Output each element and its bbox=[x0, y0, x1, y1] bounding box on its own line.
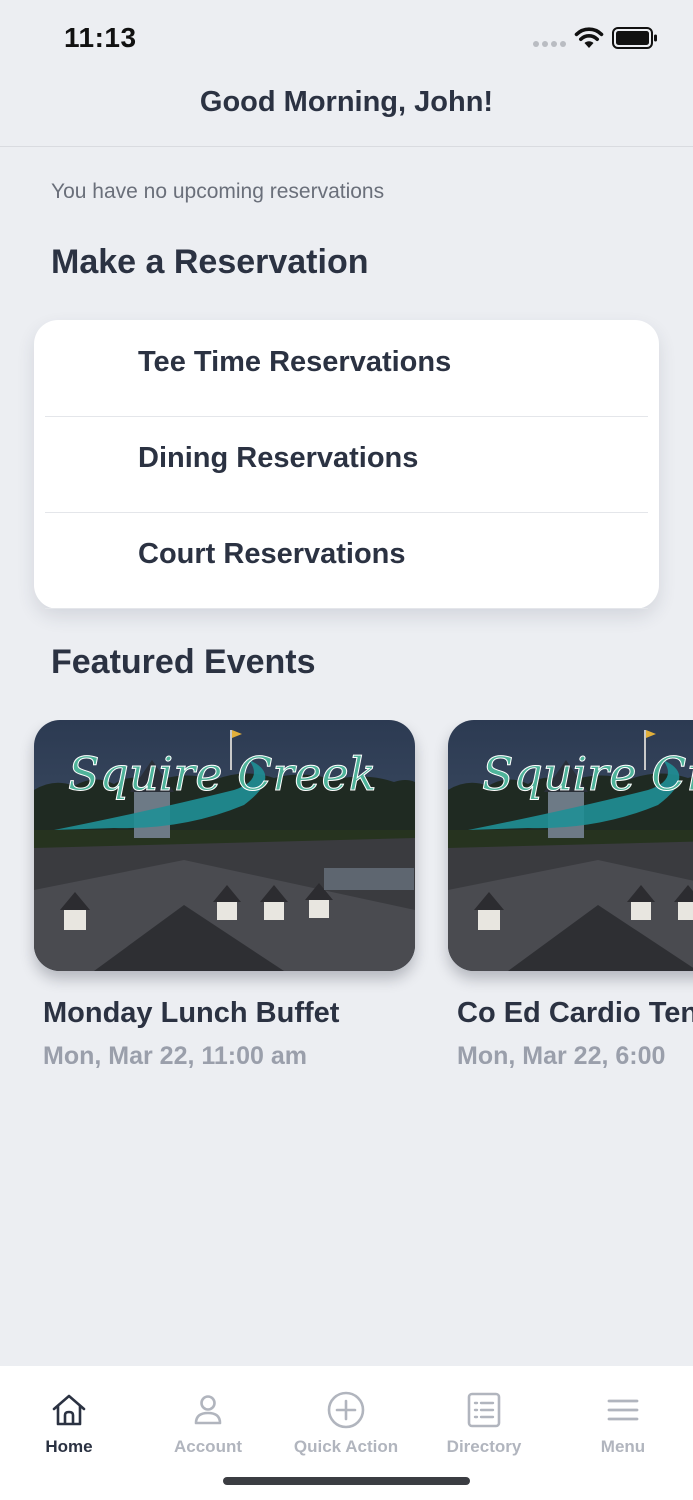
event-title: Monday Lunch Buffet bbox=[43, 997, 340, 1029]
event-image-logo-text: Squire Creek bbox=[68, 747, 377, 801]
event-image: Squire Creek bbox=[34, 720, 415, 971]
event-card[interactable]: Squire Creek Monday Lunch Buffet Mon, Ma… bbox=[34, 720, 415, 1080]
tab-home[interactable]: Home bbox=[0, 1366, 138, 1466]
no-reservations-message: You have no upcoming reservations bbox=[51, 180, 385, 203]
featured-events-title: Featured Events bbox=[51, 643, 316, 681]
event-image-logo-text: Squire Creek bbox=[482, 747, 693, 801]
tab-label: Menu bbox=[600, 1437, 646, 1456]
event-date: Mon, Mar 22, 6:00 bbox=[457, 1042, 666, 1070]
make-reservation-title: Make a Reservation bbox=[51, 243, 369, 281]
list-icon bbox=[467, 1392, 501, 1428]
event-date: Mon, Mar 22, 11:00 am bbox=[43, 1042, 308, 1070]
plus-circle-icon bbox=[327, 1391, 365, 1429]
tab-label: Quick Action bbox=[293, 1437, 399, 1456]
tee-time-reservations-item[interactable]: Tee Time Reservations bbox=[45, 320, 648, 417]
battery-icon bbox=[612, 27, 657, 49]
home-icon bbox=[52, 1394, 86, 1426]
tab-label: Directory bbox=[446, 1437, 522, 1456]
greeting-title: Good Morning, John! bbox=[199, 86, 494, 118]
tab-label: Home bbox=[45, 1437, 93, 1456]
tab-label: Account bbox=[174, 1437, 242, 1456]
reservation-options-card: Tee Time Reservations Dining Reservation… bbox=[34, 320, 659, 609]
home-indicator[interactable] bbox=[223, 1477, 470, 1485]
status-bar: 11:13 bbox=[0, 0, 693, 76]
tab-directory[interactable]: Directory bbox=[415, 1366, 553, 1466]
tab-menu[interactable]: Menu bbox=[554, 1366, 692, 1466]
person-icon bbox=[194, 1395, 222, 1425]
reservation-item-label: Court Reservations bbox=[138, 538, 406, 570]
reservation-item-label: Tee Time Reservations bbox=[138, 346, 452, 378]
event-card[interactable]: Squire Creek Co Ed Cardio Ten Mon, Mar 2… bbox=[448, 720, 693, 1080]
event-image: Squire Creek bbox=[448, 720, 693, 971]
hamburger-icon bbox=[607, 1399, 639, 1421]
dining-reservations-item[interactable]: Dining Reservations bbox=[45, 416, 648, 513]
reservation-item-label: Dining Reservations bbox=[138, 442, 419, 474]
wifi-icon bbox=[574, 27, 604, 48]
cellular-signal-icon bbox=[533, 41, 567, 49]
status-time: 11:13 bbox=[64, 22, 137, 53]
header: Good Morning, John! bbox=[0, 76, 693, 147]
court-reservations-item[interactable]: Court Reservations bbox=[45, 512, 648, 609]
event-title: Co Ed Cardio Ten bbox=[457, 997, 693, 1029]
tab-quick-action[interactable]: Quick Action bbox=[277, 1366, 415, 1466]
tab-account[interactable]: Account bbox=[139, 1366, 277, 1466]
featured-events-carousel[interactable]: Squire Creek Monday Lunch Buffet Mon, Ma… bbox=[0, 720, 693, 1080]
